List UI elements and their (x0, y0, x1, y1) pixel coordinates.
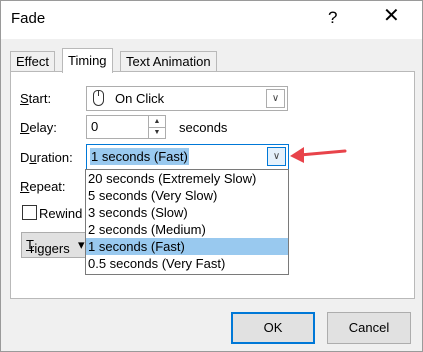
chevron-down-icon[interactable]: ∨ (267, 147, 286, 166)
close-icon[interactable]: ✕ (383, 5, 400, 27)
spin-down-icon[interactable]: ▼ (148, 127, 165, 138)
duration-value[interactable]: 1 seconds (Fast) (90, 148, 189, 165)
tab-text-animation[interactable]: Text Animation (120, 51, 217, 72)
duration-options-list: 20 seconds (Extremely Slow) 5 seconds (V… (85, 169, 289, 275)
start-select[interactable]: On Click ∨ (86, 86, 288, 111)
delay-value: 0 (91, 119, 99, 134)
list-item-selected[interactable]: 1 seconds (Fast) (86, 238, 288, 255)
duration-combobox[interactable]: 1 seconds (Fast) ∨ (86, 144, 289, 170)
triggers-button[interactable]: Triggers ▾ (21, 232, 93, 258)
list-item[interactable]: 3 seconds (Slow) (86, 204, 288, 221)
tab-timing[interactable]: Timing (62, 48, 113, 73)
delay-spinner[interactable]: 0 ▲ ▼ (86, 115, 166, 139)
title-bar: Fade ? ✕ (1, 1, 422, 39)
repeat-label: Repeat: (20, 179, 66, 194)
list-item[interactable]: 0.5 seconds (Very Fast) (86, 255, 288, 272)
list-item[interactable]: 20 seconds (Extremely Slow) (86, 170, 288, 187)
mouse-icon (93, 90, 104, 106)
fade-dialog: Fade ? ✕ Effect Timing Text Animation St… (0, 0, 423, 352)
list-item[interactable]: 2 seconds (Medium) (86, 221, 288, 238)
triggers-arrow-icon: ▾ (78, 237, 85, 252)
ok-button[interactable]: OK (231, 312, 315, 344)
triggers-label: Triggers (26, 237, 70, 256)
list-item[interactable]: 5 seconds (Very Slow) (86, 187, 288, 204)
chevron-down-icon[interactable]: ∨ (266, 89, 285, 108)
delay-unit: seconds (179, 120, 228, 135)
rewind-label: Rewind (39, 206, 83, 221)
help-icon[interactable]: ? (328, 8, 337, 28)
tab-effect[interactable]: Effect (10, 51, 56, 72)
start-value: On Click (115, 91, 165, 106)
delay-label: Delay: (20, 120, 57, 135)
cancel-button[interactable]: Cancel (327, 312, 411, 344)
rewind-checkbox[interactable] (22, 205, 37, 220)
duration-label: Duration: (20, 150, 73, 165)
dialog-title: Fade (11, 10, 46, 27)
start-label: Start: (20, 91, 52, 106)
callout-arrow-icon (290, 147, 347, 163)
